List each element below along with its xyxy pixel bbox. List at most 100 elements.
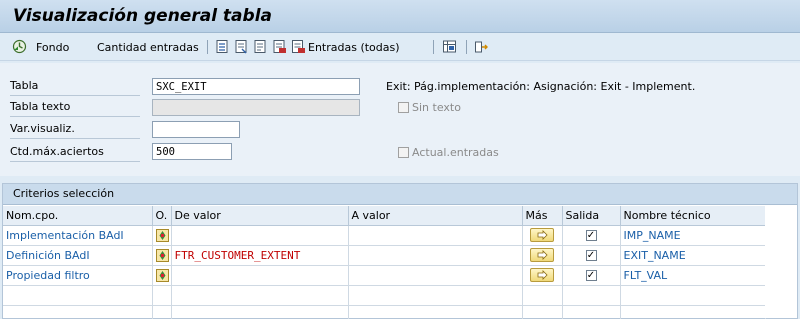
to-value-input[interactable] — [348, 225, 523, 246]
selection-option-icon[interactable] — [155, 228, 169, 242]
arrow-right-icon — [537, 250, 548, 260]
selection-criteria-icon[interactable] — [291, 39, 306, 54]
table-row-empty — [3, 305, 766, 319]
selection-option-icon[interactable] — [155, 268, 169, 282]
multiple-selection-button[interactable] — [530, 228, 554, 242]
col-header-mas[interactable]: Más — [522, 206, 563, 226]
empty-cell — [348, 305, 523, 319]
empty-cell — [3, 305, 153, 319]
actual-entradas-checkbox: Actual.entradas — [398, 146, 499, 159]
technical-name: FLT_VAL — [620, 265, 766, 286]
application-toolbar: Fondo Cantidad entradas Entradas (todas) — [0, 33, 800, 61]
empty-cell — [152, 305, 172, 319]
more-cell — [522, 265, 563, 286]
label-underline — [10, 161, 140, 162]
criterios-seleccion-header: Criterios selección — [3, 184, 797, 205]
select-block-icon[interactable] — [253, 39, 268, 54]
arrow-right-icon — [537, 230, 548, 240]
var-visualiz-label: Var.visualiz. — [10, 122, 75, 135]
execute-in-background-icon[interactable] — [12, 39, 27, 54]
col-header-salida[interactable]: Salida — [562, 206, 621, 226]
actual-entradas-label: Actual.entradas — [412, 146, 499, 159]
tabla-texto-label: Tabla texto — [10, 100, 71, 113]
ctd-max-aciertos-input[interactable]: 500 — [152, 143, 232, 160]
more-cell — [522, 225, 563, 246]
field-name: Propiedad filtro — [3, 265, 153, 286]
multiple-selection-button[interactable] — [530, 248, 554, 262]
empty-cell — [620, 305, 766, 319]
empty-cell — [620, 285, 766, 306]
empty-cell — [562, 285, 621, 306]
technical-name: IMP_NAME — [620, 225, 766, 246]
empty-cell — [3, 285, 153, 306]
tabla-input[interactable]: SXC_EXIT — [152, 78, 360, 95]
selection-option-icon[interactable] — [155, 248, 169, 262]
tabla-label: Tabla — [10, 79, 39, 92]
table-row: Definición BAdI FTR_CUSTOMER_EXTENT ✓ EX… — [3, 245, 766, 266]
toolbar-separator — [466, 40, 467, 54]
col-header-de-valor[interactable]: De valor — [171, 206, 349, 226]
output-cell: ✓ — [562, 245, 621, 266]
delete-selection-icon[interactable] — [272, 39, 287, 54]
output-cell: ✓ — [562, 265, 621, 286]
var-visualiz-input[interactable] — [152, 121, 240, 138]
selection-form: Tabla SXC_EXIT Exit: Pág.implementación:… — [0, 63, 800, 176]
to-value-input[interactable] — [348, 245, 523, 266]
toolbar-separator — [433, 40, 434, 54]
fondo-button[interactable]: Fondo — [36, 38, 69, 56]
selection-option-cell[interactable] — [152, 245, 172, 266]
sin-texto-label: Sin texto — [412, 101, 461, 114]
output-cell: ✓ — [562, 225, 621, 246]
table-row: Propiedad filtro ✓ FLT_VAL — [3, 265, 766, 286]
table-empty-area — [765, 206, 797, 318]
empty-cell — [171, 285, 349, 306]
select-all-icon[interactable] — [215, 39, 230, 54]
output-checkbox[interactable]: ✓ — [585, 249, 597, 261]
more-cell — [522, 245, 563, 266]
label-underline — [10, 116, 140, 117]
technical-name: EXIT_NAME — [620, 245, 766, 266]
selection-option-cell[interactable] — [152, 225, 172, 246]
empty-cell — [171, 305, 349, 319]
col-header-nombre-tecnico[interactable]: Nombre técnico — [620, 206, 766, 226]
empty-cell — [522, 285, 563, 306]
sin-texto-checkbox-box — [398, 102, 409, 113]
output-checkbox[interactable]: ✓ — [585, 229, 597, 241]
col-header-option[interactable]: O. — [152, 206, 172, 226]
cantidad-entradas-button[interactable]: Cantidad entradas — [97, 38, 199, 56]
multiple-selection-button[interactable] — [530, 268, 554, 282]
empty-cell — [562, 305, 621, 319]
field-list-icon[interactable] — [474, 39, 489, 54]
toolbar-separator — [207, 40, 208, 54]
table-row-empty — [3, 285, 766, 306]
from-value-input[interactable] — [171, 225, 349, 246]
actual-entradas-checkbox-box — [398, 147, 409, 158]
table-contents-icon[interactable] — [442, 39, 457, 54]
arrow-right-icon — [537, 270, 548, 280]
from-value-input[interactable] — [171, 265, 349, 286]
deselect-all-icon[interactable] — [234, 39, 249, 54]
col-header-a-valor[interactable]: A valor — [348, 206, 523, 226]
output-checkbox[interactable]: ✓ — [585, 269, 597, 281]
ctd-max-aciertos-label: Ctd.máx.aciertos — [10, 145, 104, 158]
from-value-input[interactable]: FTR_CUSTOMER_EXTENT — [171, 245, 349, 266]
title-bar: Visualización general tabla — [0, 0, 800, 33]
sin-texto-checkbox: Sin texto — [398, 101, 461, 114]
col-header-nom-cpo[interactable]: Nom.cpo. — [3, 206, 153, 226]
to-value-input[interactable] — [348, 265, 523, 286]
field-name: Implementación BAdI — [3, 225, 153, 246]
page-title: Visualización general tabla — [13, 6, 273, 26]
label-underline — [10, 138, 140, 139]
field-name: Definición BAdI — [3, 245, 153, 266]
tabla-description: Exit: Pág.implementación: Asignación: Ex… — [386, 80, 696, 93]
criteria-table: Nom.cpo. O. De valor A valor Más Salida … — [3, 206, 766, 319]
empty-cell — [348, 285, 523, 306]
entradas-todas-button[interactable]: Entradas (todas) — [308, 38, 400, 56]
empty-cell — [152, 285, 172, 306]
criterios-seleccion-panel: Criterios selección Nom.cpo. O. De valor… — [2, 183, 798, 319]
selection-option-cell[interactable] — [152, 265, 172, 286]
criteria-header-row: Nom.cpo. O. De valor A valor Más Salida … — [3, 206, 766, 226]
table-row: Implementación BAdI ✓ IMP_NAME — [3, 225, 766, 246]
tabla-texto-input — [152, 99, 360, 116]
criterios-seleccion-caption: Criterios selección — [13, 187, 115, 200]
